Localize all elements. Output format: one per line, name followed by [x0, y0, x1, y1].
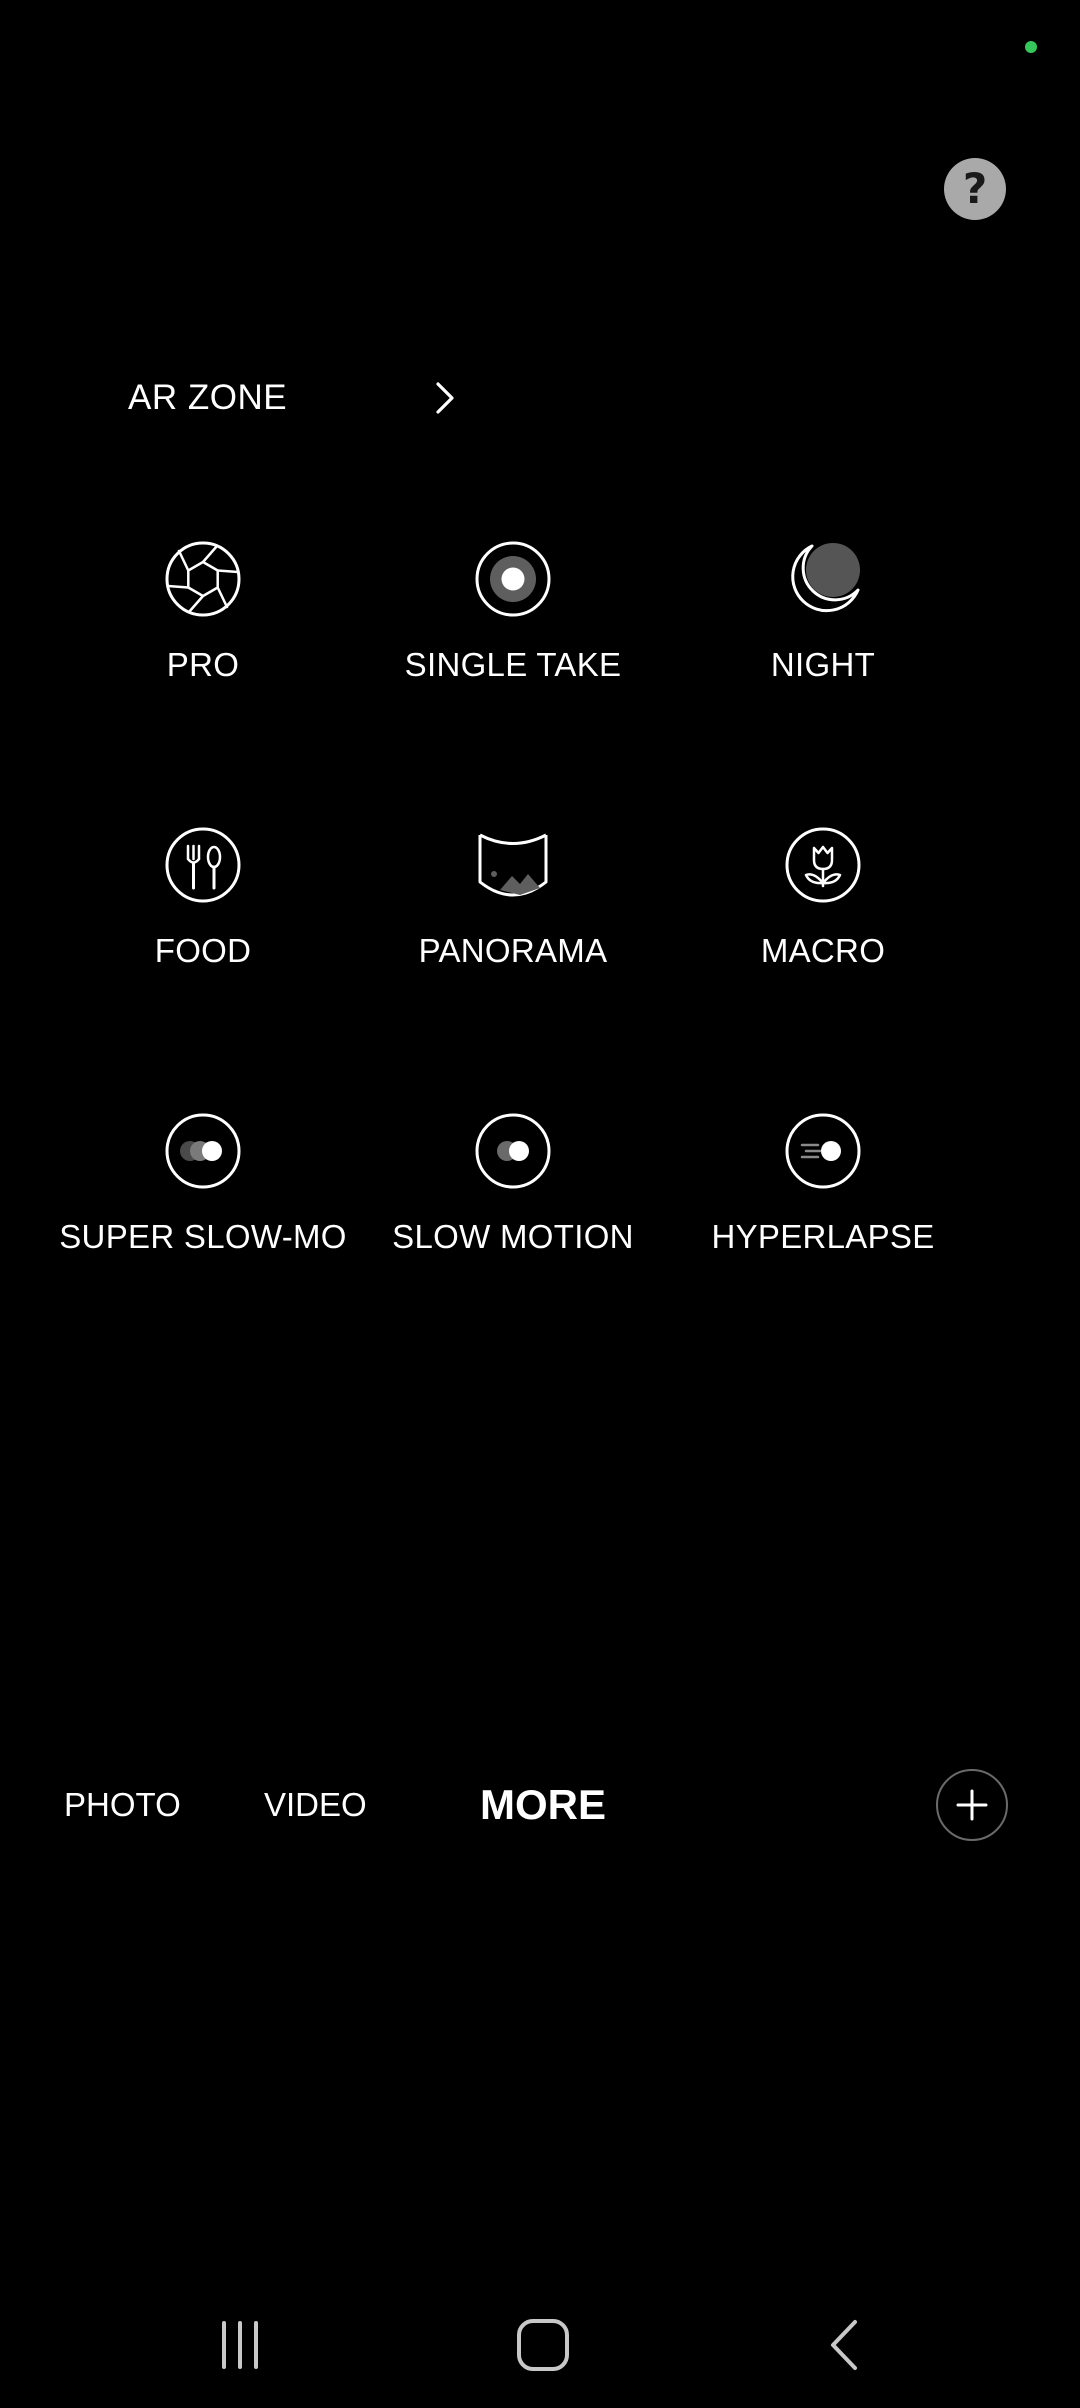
mode-macro[interactable]: MACRO	[668, 826, 978, 1112]
mode-label: SINGLE TAKE	[404, 646, 622, 683]
home-button[interactable]	[503, 2310, 583, 2380]
back-icon	[831, 2320, 857, 2370]
slow-motion-icon	[475, 1113, 551, 1189]
mode-tabs: PHOTO VIDEO MORE	[0, 1770, 1080, 1840]
mode-label: PANORAMA	[418, 932, 608, 969]
recents-icon	[222, 2321, 258, 2369]
mode-panorama[interactable]: PANORAMA	[358, 826, 668, 1112]
ar-zone-link[interactable]: AR ZONE	[128, 362, 458, 434]
camera-modes-grid: PRO SINGLE TAKE NIGHT FOOD PANORAMA MACR…	[48, 540, 978, 1398]
chevron-right-icon	[436, 382, 454, 414]
recents-button[interactable]	[200, 2310, 280, 2380]
mode-label: SLOW MOTION	[392, 1218, 634, 1255]
aperture-icon	[165, 541, 241, 617]
panorama-icon	[478, 833, 548, 897]
tab-video[interactable]: VIDEO	[264, 1770, 367, 1840]
mode-label: NIGHT	[770, 646, 876, 683]
mode-pro[interactable]: PRO	[48, 540, 358, 826]
mode-super-slow-mo[interactable]: SUPER SLOW-MO	[48, 1112, 358, 1398]
mode-label: MACRO	[760, 932, 886, 969]
mode-label: PRO	[166, 646, 240, 683]
super-slow-mo-icon	[165, 1113, 241, 1189]
single-take-icon	[475, 541, 551, 617]
system-navigation-bar	[0, 2300, 1080, 2390]
question-icon: ?	[962, 164, 988, 213]
add-mode-button[interactable]	[936, 1769, 1008, 1841]
mode-label: SUPER SLOW-MO	[59, 1218, 347, 1255]
plus-icon	[956, 1789, 988, 1821]
mode-night[interactable]: NIGHT	[668, 540, 978, 826]
help-button[interactable]: ?	[944, 158, 1006, 220]
hyperlapse-icon	[785, 1113, 861, 1189]
mode-hyperlapse[interactable]: HYPERLAPSE	[668, 1112, 978, 1398]
home-icon	[517, 2319, 569, 2371]
privacy-indicator-dot	[1025, 41, 1037, 53]
ar-zone-label: AR ZONE	[128, 378, 288, 417]
back-button[interactable]	[805, 2310, 885, 2380]
mode-single-take[interactable]: SINGLE TAKE	[358, 540, 668, 826]
moon-icon	[791, 543, 860, 613]
mode-label: FOOD	[154, 932, 252, 969]
mode-slow-motion[interactable]: SLOW MOTION	[358, 1112, 668, 1398]
flower-icon	[785, 827, 861, 903]
mode-label: HYPERLAPSE	[711, 1218, 935, 1255]
fork-spoon-icon	[165, 827, 241, 903]
tab-more[interactable]: MORE	[480, 1770, 606, 1840]
mode-food[interactable]: FOOD	[48, 826, 358, 1112]
tab-photo[interactable]: PHOTO	[64, 1770, 181, 1840]
